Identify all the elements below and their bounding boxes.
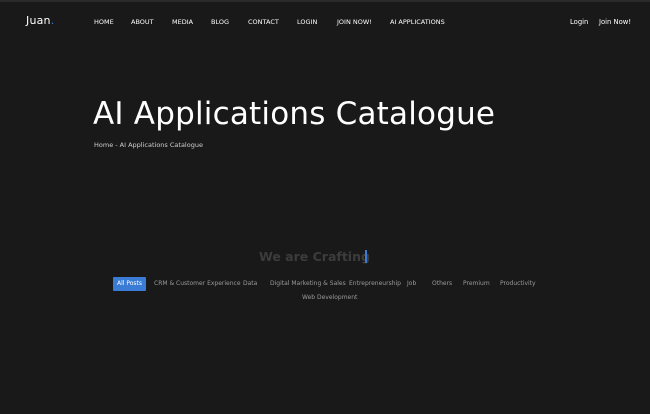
filter-productivity[interactable]: Productivity [500, 280, 536, 288]
filter-entrepreneurship[interactable]: Entrepreneurship [349, 280, 401, 288]
filter-digital-marketing-sales[interactable]: Digital Marketing & Sales [270, 280, 346, 288]
filter-web-development[interactable]: Web Development [302, 294, 357, 302]
filter-premium[interactable]: Premium [463, 280, 490, 288]
filter-others[interactable]: Others [432, 280, 452, 288]
filter-crm-customer-experience[interactable]: CRM & Customer Experience [154, 280, 241, 288]
filter-job[interactable]: Job [407, 280, 416, 288]
category-filters: All Posts CRM & Customer Experience Data… [0, 0, 650, 414]
filter-data[interactable]: Data [243, 280, 257, 288]
filter-all-posts[interactable]: All Posts [113, 277, 146, 291]
